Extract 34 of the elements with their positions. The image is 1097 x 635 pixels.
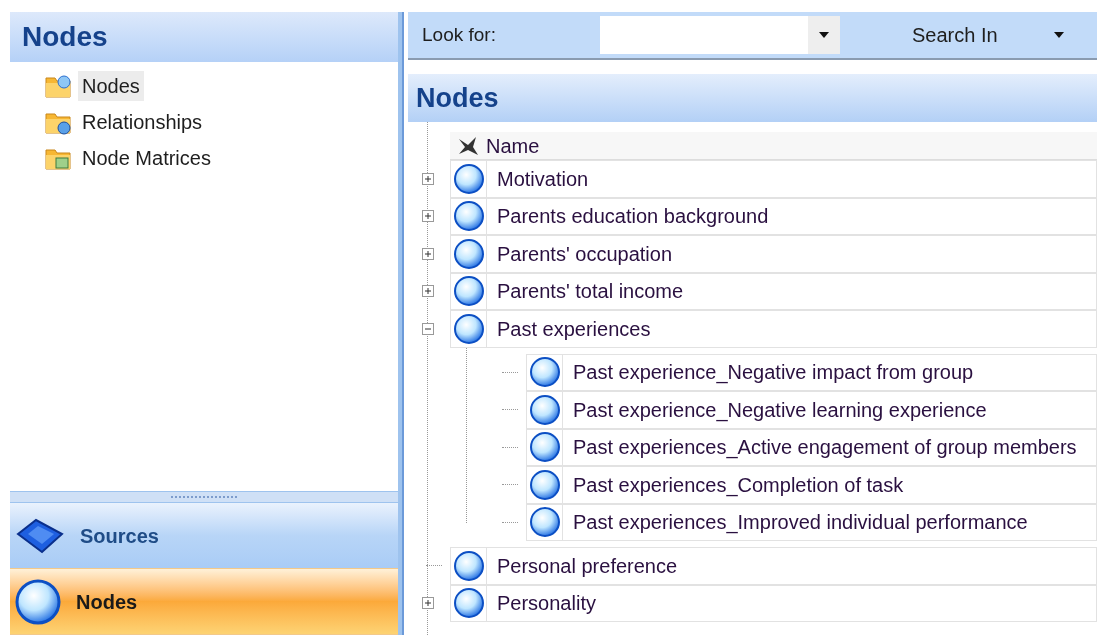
expand-toggle[interactable] (422, 597, 434, 610)
node-name[interactable]: Personality (487, 588, 596, 619)
node-icon (528, 506, 561, 539)
expand-toggle[interactable] (422, 172, 434, 185)
node-icon (452, 162, 485, 195)
expand-toggle[interactable] (422, 285, 434, 298)
section-button[interactable]: Sources (10, 503, 398, 569)
collapse-toggle[interactable] (422, 322, 434, 335)
node-icon (452, 549, 485, 582)
splitter-handle[interactable] (10, 491, 398, 503)
node-icon (452, 312, 485, 345)
node-icon (452, 275, 485, 308)
expand-toggle[interactable] (422, 247, 434, 260)
look-for-label: Look for: (422, 22, 497, 47)
node-icon (528, 393, 561, 426)
node-icon (452, 587, 485, 620)
node-name[interactable]: Motivation (487, 163, 589, 194)
node-icon (452, 200, 485, 233)
expand-toggle[interactable] (422, 210, 434, 223)
node-icon (528, 468, 561, 501)
tree-item[interactable]: Relationships (78, 106, 207, 137)
tree-item[interactable]: Nodes (78, 70, 144, 101)
list-title: Nodes (416, 81, 499, 115)
node-icon (452, 237, 485, 270)
node-icon (528, 431, 561, 464)
section-button[interactable]: Nodes (10, 569, 398, 635)
column-header[interactable]: Name (486, 132, 540, 159)
node-icon (14, 577, 62, 626)
node-icon (528, 356, 561, 389)
search-in-button[interactable]: Search In (912, 16, 1064, 54)
dropdown-arrow-icon (819, 32, 829, 38)
panel-title: Nodes (22, 20, 108, 54)
dropdown-arrow-icon (1053, 32, 1064, 38)
tree-item[interactable]: Node Matrices (78, 142, 215, 173)
